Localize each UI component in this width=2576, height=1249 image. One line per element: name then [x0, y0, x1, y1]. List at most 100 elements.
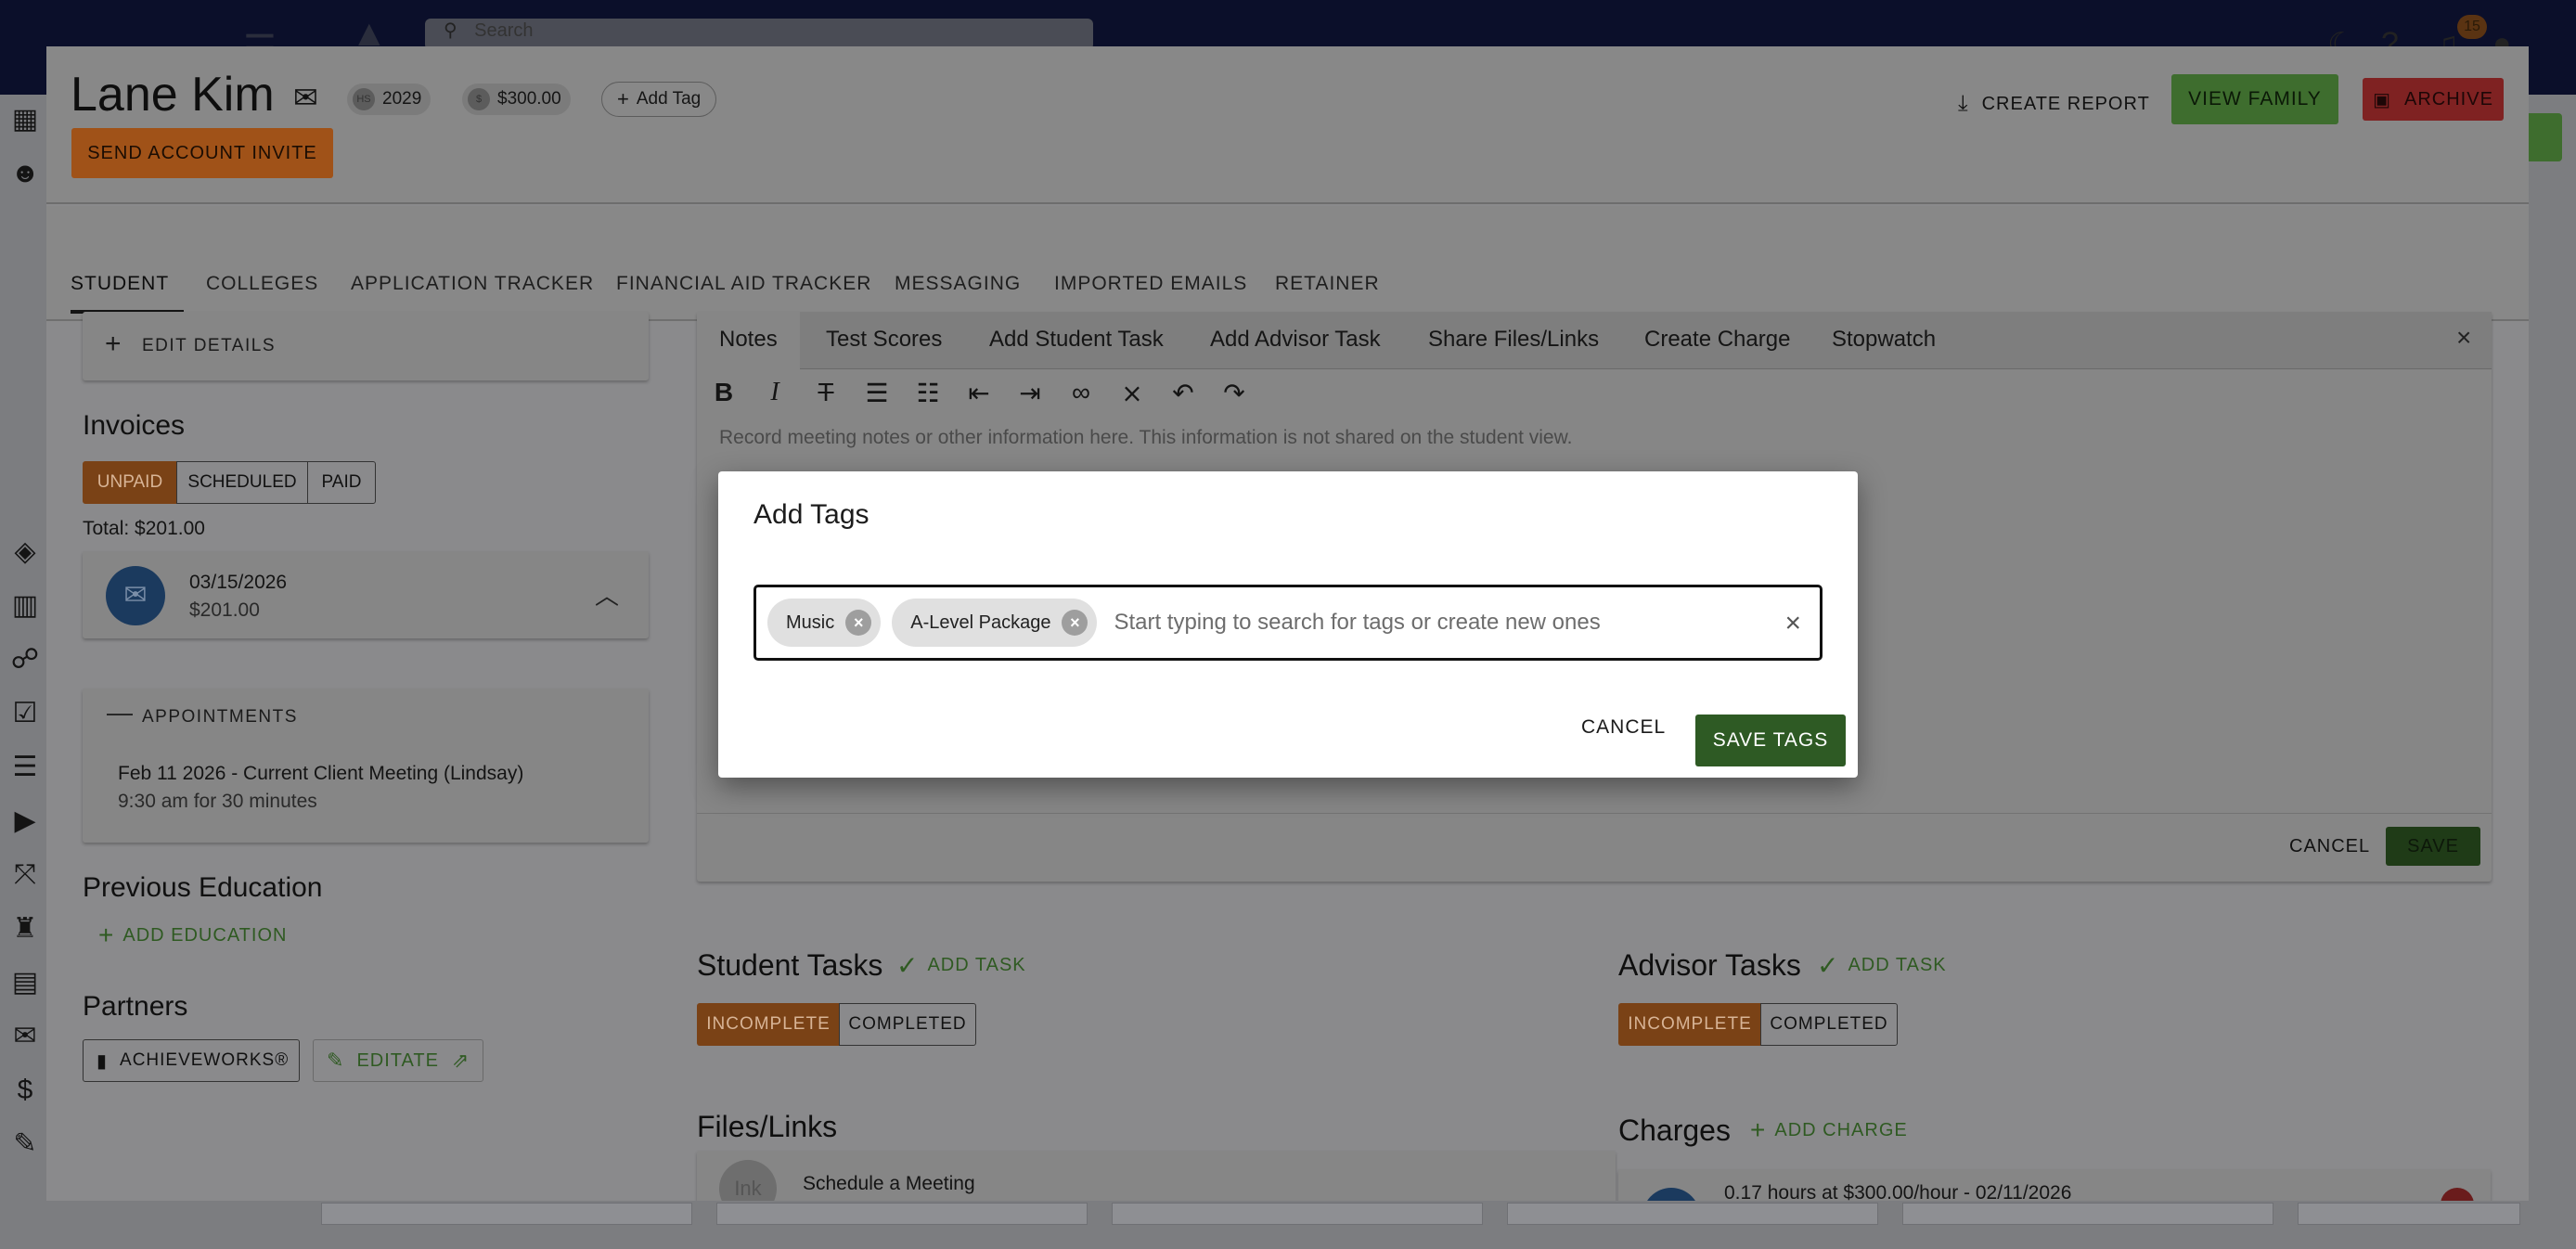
bold-icon[interactable]: B	[706, 375, 741, 410]
edit-charge-icon[interactable]	[2441, 1188, 2474, 1201]
editor-tab-create-charge[interactable]: Create Charge	[1644, 327, 1790, 353]
advisor-incomplete-filter[interactable]: INCOMPLETE	[1618, 1003, 1761, 1046]
list-icon[interactable]: ☰	[9, 753, 41, 781]
close-icon[interactable]: ×	[2456, 323, 2471, 353]
tag-autocomplete-input[interactable]: Music × A-Level Package × ×	[753, 585, 1823, 661]
editor-tab-test-scores[interactable]: Test Scores	[826, 327, 942, 353]
search-bar[interactable]: ⚲ Search	[425, 19, 1093, 50]
save-tags-button[interactable]: SAVE TAGS	[1695, 715, 1846, 766]
balance-amount: $300.00	[497, 89, 561, 109]
outdent-icon[interactable]: ⇤	[961, 375, 997, 410]
redo-icon[interactable]: ↷	[1217, 375, 1252, 410]
appointment-title[interactable]: Feb 11 2026 - Current Client Meeting (Li…	[118, 763, 523, 785]
dollar-icon[interactable]: $	[9, 1076, 41, 1104]
email-icon[interactable]: ✉	[293, 80, 318, 115]
background-card	[1112, 1203, 1483, 1225]
clear-input-icon[interactable]: ×	[1784, 608, 1801, 639]
charge-label: 0.17 hours at $300.00/hour - 02/11/2026	[1724, 1182, 2072, 1201]
editor-tab-share-files[interactable]: Share Files/Links	[1428, 327, 1599, 353]
document-icon[interactable]: ▤	[9, 969, 41, 997]
bullet-list-icon[interactable]: ☰	[859, 375, 895, 410]
video-icon[interactable]: ▶	[9, 807, 41, 835]
tab-colleges[interactable]: COLLEGES	[206, 273, 318, 295]
tab-financial-aid-tracker[interactable]: FINANCIAL AID TRACKER	[616, 273, 871, 295]
tab-application-tracker[interactable]: APPLICATION TRACKER	[351, 273, 594, 295]
dialog-title: Add Tags	[753, 499, 869, 530]
add-student-task-button[interactable]: ✓ ADD TASK	[896, 950, 1026, 981]
achieveworks-button[interactable]: ▮ ACHIEVEWORKS®	[83, 1039, 300, 1082]
editate-button[interactable]: ✎ EDITATE ⇗	[313, 1039, 483, 1082]
invoice-item[interactable]: ✉ 03/15/2026 $201.00 ︿	[83, 551, 649, 638]
editor-tab-stopwatch[interactable]: Stopwatch	[1832, 327, 1936, 353]
feedback-icon[interactable]: ✎	[9, 1130, 41, 1158]
profile-header: Lane Kim ✉ HS 2029 $ $300.00 + Add Tag S…	[46, 46, 2529, 204]
tag-chip-music: Music ×	[767, 599, 882, 647]
background-card	[2298, 1203, 2520, 1225]
clear-format-icon[interactable]: ⨯	[1114, 375, 1150, 410]
plus-icon: +	[1750, 1115, 1766, 1144]
dashboard-icon[interactable]: ▦	[9, 106, 41, 134]
archive-button[interactable]: ▣ ARCHIVE	[2363, 78, 2504, 121]
invoices-title: Invoices	[83, 410, 186, 441]
remove-tag-icon[interactable]: ×	[845, 610, 872, 636]
student-completed-filter[interactable]: COMPLETED	[839, 1003, 976, 1046]
editor-tab-add-student-task[interactable]: Add Student Task	[989, 327, 1164, 353]
strikethrough-icon[interactable]: T	[808, 375, 844, 410]
advisor-completed-filter[interactable]: COMPLETED	[1760, 1003, 1898, 1046]
file-avatar: Ink	[719, 1160, 777, 1201]
add-education-button[interactable]: + ADD EDUCATION	[98, 921, 287, 950]
send-account-invite-button[interactable]: SEND ACCOUNT INVITE	[71, 128, 333, 178]
library-icon[interactable]: ▥	[9, 592, 41, 620]
numbered-list-icon[interactable]: ☷	[910, 375, 946, 410]
student-incomplete-filter[interactable]: INCOMPLETE	[697, 1003, 840, 1046]
mail-nav-icon[interactable]: ✉	[9, 1023, 41, 1050]
edit-details-card[interactable]: + EDIT DETAILS	[83, 312, 649, 380]
tab-messaging[interactable]: MESSAGING	[895, 273, 1021, 295]
add-tag-button[interactable]: + Add Tag	[601, 82, 717, 117]
add-charge-button[interactable]: + ADD CHARGE	[1750, 1115, 1908, 1145]
undo-icon[interactable]: ↶	[1166, 375, 1201, 410]
editor-save-button[interactable]: SAVE	[2386, 827, 2480, 866]
profile-tabs: STUDENT COLLEGES APPLICATION TRACKER FIN…	[46, 206, 2529, 321]
tag-chip-a-level-package: A-Level Package ×	[892, 599, 1098, 647]
editor-tab-add-advisor-task[interactable]: Add Advisor Task	[1210, 327, 1381, 353]
tab-student[interactable]: STUDENT	[71, 273, 169, 295]
file-link-label: Schedule a Meeting	[803, 1173, 975, 1194]
search-placeholder: Search	[474, 20, 534, 41]
background-card	[1902, 1203, 2273, 1225]
checklist-icon[interactable]: ☑	[9, 700, 41, 728]
view-family-button[interactable]: VIEW FAMILY	[2171, 74, 2338, 124]
merge-icon[interactable]: ⤧	[9, 861, 41, 889]
add-advisor-task-button[interactable]: ✓ ADD TASK	[1817, 950, 1947, 981]
create-report-button[interactable]: ⤓ CREATE REPORT	[1958, 87, 2150, 121]
scheduled-filter[interactable]: SCHEDULED	[176, 461, 308, 504]
school-icon[interactable]: ♜	[9, 915, 41, 943]
paid-filter[interactable]: PAID	[307, 461, 376, 504]
collapse-icon[interactable]: —	[107, 698, 133, 728]
editor-cancel-button[interactable]: CANCEL	[2289, 836, 2370, 857]
people-icon[interactable]: ☻	[9, 160, 41, 187]
tab-retainer[interactable]: RETAINER	[1275, 273, 1380, 295]
notes-textarea[interactable]: Record meeting notes or other informatio…	[719, 427, 1572, 449]
tag-search-input[interactable]	[1114, 610, 1764, 636]
indent-icon[interactable]: ⇥	[1012, 375, 1048, 410]
add-charge-label: ADD CHARGE	[1774, 1119, 1908, 1140]
previous-education-title: Previous Education	[83, 872, 323, 903]
add-tags-dialog: Add Tags Music × A-Level Package × × CAN…	[718, 471, 1858, 778]
add-education-label: ADD EDUCATION	[122, 924, 288, 946]
italic-icon[interactable]: I	[757, 375, 792, 410]
chevron-up-icon[interactable]: ︿	[595, 577, 619, 612]
external-link-icon: ⇗	[451, 1049, 470, 1072]
link-icon[interactable]: ∞	[1063, 375, 1099, 410]
remove-tag-icon[interactable]: ×	[1062, 610, 1088, 636]
tab-imported-emails[interactable]: IMPORTED EMAILS	[1054, 273, 1247, 295]
charge-item[interactable]: 0.17 hours at $300.00/hour - 02/11/2026	[1618, 1169, 2491, 1201]
file-link-item[interactable]: Ink Schedule a Meeting	[697, 1151, 1616, 1201]
layers-icon[interactable]: ◈	[9, 538, 41, 566]
appointments-title: APPOINTMENTS	[142, 707, 298, 727]
editor-tab-notes[interactable]: Notes	[719, 327, 778, 353]
cancel-button[interactable]: CANCEL	[1581, 716, 1666, 739]
task-check-icon: ✓	[896, 951, 919, 980]
unpaid-filter[interactable]: UNPAID	[83, 461, 177, 504]
chart-icon[interactable]: ☍	[9, 646, 41, 674]
